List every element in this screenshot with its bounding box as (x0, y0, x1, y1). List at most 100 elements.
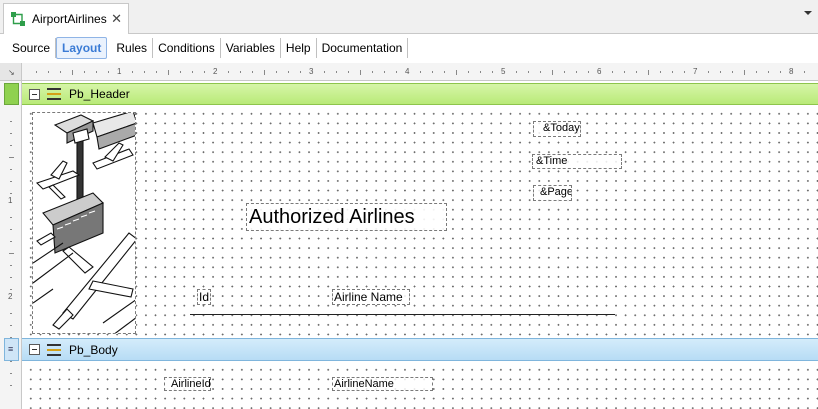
ruler-number: 6 (597, 67, 602, 76)
tab-variables[interactable]: Variables (221, 37, 281, 58)
band-header-label: Pb_Header (69, 87, 130, 101)
ruler-tick (10, 385, 12, 386)
ruler-tick (300, 71, 301, 73)
ruler-tick (624, 71, 625, 73)
ruler-corner[interactable]: ↘ (0, 63, 22, 81)
ruler-tick (10, 277, 12, 278)
ruler-tick (468, 71, 469, 73)
document-tab-label: AirportAirlines (32, 12, 107, 26)
ruler-tick (10, 229, 12, 230)
ruler-tick (564, 71, 565, 73)
close-icon[interactable]: ✕ (111, 12, 122, 25)
ruler-tick (180, 71, 181, 73)
tab-layout[interactable]: Layout (56, 36, 108, 59)
ruler-tick (252, 71, 253, 73)
ruler-tick (372, 71, 373, 73)
ruler-tick (540, 71, 541, 73)
ruler-tick (10, 325, 12, 326)
ruler-tick (228, 71, 229, 73)
ruler-tick (264, 69, 265, 75)
ruler-tick (336, 71, 337, 73)
tab-help[interactable]: Help (281, 37, 317, 58)
tab-conditions[interactable]: Conditions (153, 37, 221, 58)
ruler-tick (10, 193, 12, 194)
ruler-tick (192, 71, 193, 73)
tab-documentation[interactable]: Documentation (317, 37, 409, 58)
ruler-tick (684, 71, 685, 73)
document-tab-strip: AirportAirlines ✕ (0, 0, 818, 34)
ruler-corner-arrow-icon: ↘ (8, 68, 15, 77)
ruler-tick (96, 71, 97, 73)
ruler-tick (528, 71, 529, 73)
ruler-tick (276, 71, 277, 73)
report-title[interactable]: Authorized Airlines (246, 203, 447, 231)
column-header-airline-name[interactable]: Airline Name (332, 289, 410, 305)
ruler-tick (36, 71, 37, 73)
ruler-tick (204, 71, 205, 73)
ruler-tick (10, 361, 12, 362)
ruler-number: 3 (309, 67, 314, 76)
object-subtab-bar: Source Layout Rules Conditions Variables… (0, 34, 818, 61)
ruler-tick (72, 69, 73, 75)
ruler-tick (84, 71, 85, 73)
ruler-tick (756, 71, 757, 73)
ruler-tick (156, 71, 157, 73)
ruler-tick (288, 71, 289, 73)
ruler-tick (708, 71, 709, 73)
ruler-tick (672, 71, 673, 73)
today-field[interactable]: &Today (533, 121, 581, 137)
ruler-tick (10, 241, 12, 242)
ruler-tick (168, 69, 169, 75)
horizontal-ruler: 1 2 3 4 5 6 7 8 (22, 63, 818, 81)
body-band-marker[interactable]: ≡ (4, 338, 19, 361)
printblock-icon (47, 88, 61, 100)
ruler-tick (480, 71, 481, 73)
tab-source[interactable]: Source (7, 37, 57, 58)
ruler-tick (648, 69, 649, 75)
airport-image[interactable] (32, 112, 136, 334)
ruler-tick (10, 181, 12, 182)
ruler-number: 4 (405, 67, 410, 76)
ruler-tick (444, 71, 445, 73)
ruler-tick (660, 71, 661, 73)
band-pb-header[interactable]: Pb_Header (22, 83, 818, 105)
time-field[interactable]: &Time (532, 154, 622, 169)
ruler-tick (108, 71, 109, 73)
tab-rules[interactable]: Rules (111, 37, 154, 58)
ruler-tick (240, 71, 241, 73)
collapse-icon[interactable] (29, 88, 40, 100)
ruler-tick (588, 71, 589, 73)
ruler-tick (516, 71, 517, 73)
ruler-tick (420, 71, 421, 73)
ruler-tick (396, 71, 397, 73)
ruler-tick (432, 71, 433, 73)
band-pb-body[interactable]: Pb_Body (22, 338, 818, 361)
ruler-tick (768, 71, 769, 73)
ruler-tick (348, 71, 349, 73)
header-band-marker[interactable] (4, 83, 19, 105)
ruler-tick (8, 157, 14, 158)
ruler-tick (492, 71, 493, 73)
ruler-tick (732, 71, 733, 73)
ruler-tick (8, 253, 14, 254)
collapse-icon[interactable] (29, 344, 40, 355)
chevron-down-icon[interactable] (804, 11, 812, 15)
band-body-label: Pb_Body (69, 342, 118, 357)
ruler-tick (60, 71, 61, 73)
airline-id-field[interactable]: AirlineId (164, 377, 211, 391)
ruler-tick (10, 313, 12, 314)
page-field[interactable]: &Page (533, 185, 572, 201)
ruler-number: 7 (693, 67, 698, 76)
document-tab-airportairlines[interactable]: AirportAirlines ✕ (3, 3, 129, 34)
ruler-number: 2 (213, 67, 218, 76)
page-field-text: &Page (540, 186, 572, 198)
ruler-number: 5 (501, 67, 506, 76)
airport-illustration (33, 113, 135, 333)
airline-name-field[interactable]: AirlineName (332, 377, 433, 391)
column-header-id[interactable]: Id (197, 289, 211, 305)
ruler-tick (10, 265, 12, 266)
ruler-tick (612, 71, 613, 73)
ruler-number: 2 (8, 292, 13, 301)
ruler-tick (780, 71, 781, 73)
header-separator-line[interactable] (190, 314, 615, 315)
